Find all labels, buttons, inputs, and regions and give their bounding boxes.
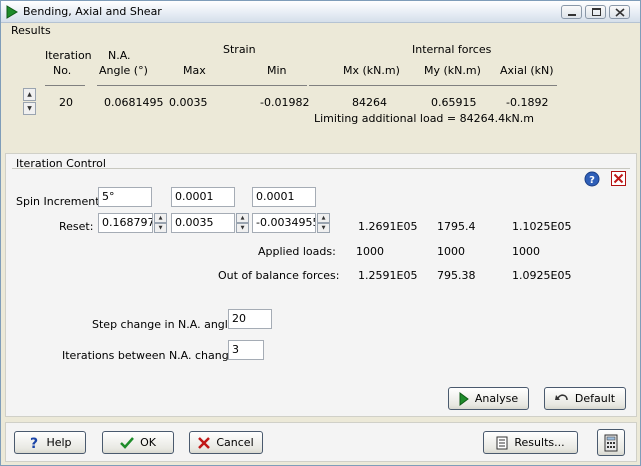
help-label: Help — [46, 436, 72, 449]
document-icon — [496, 436, 508, 449]
applied-load-my: 1000 — [437, 245, 465, 258]
reset-min-spinner[interactable]: ▲ ▼ — [317, 213, 330, 233]
header-strain: Strain — [223, 43, 256, 56]
reset-angle-spinner[interactable]: ▲ ▼ — [154, 213, 167, 233]
calculator-button[interactable] — [597, 429, 625, 456]
svg-text:?: ? — [30, 436, 38, 450]
question-icon: ? — [30, 436, 38, 450]
undo-icon — [554, 393, 568, 400]
result-strain-min: -0.01982 — [260, 96, 310, 109]
minimize-icon — [568, 14, 576, 16]
cancel-button[interactable]: Cancel — [189, 431, 263, 454]
reset-computed-my: 1795.4 — [437, 220, 476, 233]
iteration-spinner[interactable]: ▲ ▼ — [23, 88, 36, 116]
header-internal-forces: Internal forces — [412, 43, 492, 56]
help-icon[interactable]: ? — [584, 171, 600, 187]
out-of-balance-label: Out of balance forces: — [218, 269, 340, 282]
result-iteration: 20 — [59, 96, 73, 109]
reset-computed-mx: 1.2691E05 — [358, 220, 418, 233]
result-mx: 84264 — [352, 96, 387, 109]
cancel-label: Cancel — [216, 436, 254, 449]
results-label: Results... — [514, 436, 565, 449]
header-my: My (kN.m) — [424, 64, 481, 77]
close-panel-icon[interactable] — [611, 171, 626, 186]
reset-max-down[interactable]: ▼ — [236, 223, 249, 233]
header-axial: Axial (kN) — [500, 64, 554, 77]
reset-max-field[interactable]: 0.0035 — [171, 213, 235, 233]
reset-min-down[interactable]: ▼ — [317, 223, 330, 233]
reset-min-field[interactable]: -0.00349554 — [252, 213, 316, 233]
header-na-2: Angle (°) — [99, 64, 148, 77]
step-change-label: Step change in N.A. angle: — [92, 318, 239, 331]
analyse-button[interactable]: Analyse — [448, 387, 529, 410]
maximize-button[interactable] — [585, 5, 606, 19]
applied-loads-label: Applied loads: — [258, 245, 336, 258]
calculator-icon — [604, 434, 618, 451]
header-underline-1 — [45, 85, 85, 86]
header-iteration-1: Iteration — [45, 49, 92, 62]
header-na-1: N.A. — [108, 49, 131, 62]
iteration-up-button[interactable]: ▲ — [23, 88, 36, 101]
cancel-x-icon — [198, 436, 211, 449]
result-angle: 0.0681495 — [104, 96, 164, 109]
reset-max-up[interactable]: ▲ — [236, 213, 249, 223]
out-of-balance-my: 795.38 — [437, 269, 476, 282]
app-play-icon — [6, 5, 18, 19]
iterations-between-label: Iterations between N.A. change: — [62, 349, 240, 362]
group-divider — [12, 168, 630, 169]
analyse-label: Analyse — [474, 392, 519, 405]
header-underline-2 — [97, 85, 307, 86]
results-table: Iteration No. N.A. Angle (°) Strain Max … — [5, 38, 637, 146]
help-button[interactable]: ? Help — [14, 431, 86, 454]
reset-label: Reset: — [59, 220, 94, 233]
spin-increment-max-field[interactable]: 0.0001 — [171, 187, 235, 207]
maximize-icon — [592, 8, 601, 16]
results-button[interactable]: Results... — [483, 431, 578, 454]
iteration-control-panel: Iteration Control ? Spin Increment: 5° 0… — [5, 153, 637, 417]
default-button[interactable]: Default — [544, 387, 626, 410]
dialog-window: Bending, Axial and Shear Results Iterati… — [0, 0, 641, 466]
results-group-label: Results — [11, 24, 51, 37]
footer-bar: ? Help OK Cancel Results... — [5, 422, 637, 462]
checkmark-icon — [120, 436, 134, 449]
title-bar: Bending, Axial and Shear — [1, 1, 640, 23]
result-axial: -0.1892 — [506, 96, 549, 109]
header-strain-min: Min — [267, 64, 287, 77]
spin-increment-angle-field[interactable]: 5° — [98, 187, 152, 207]
play-icon — [459, 391, 469, 406]
out-of-balance-axial: 1.0925E05 — [512, 269, 572, 282]
result-strain-max: 0.0035 — [169, 96, 208, 109]
header-strain-max: Max — [183, 64, 206, 77]
iteration-down-button[interactable]: ▼ — [23, 102, 36, 115]
reset-angle-up[interactable]: ▲ — [154, 213, 167, 223]
header-underline-3 — [309, 85, 557, 86]
applied-load-mx: 1000 — [356, 245, 384, 258]
ok-label: OK — [140, 436, 156, 449]
step-change-field[interactable]: 20 — [228, 309, 272, 329]
default-label: Default — [574, 392, 616, 405]
out-of-balance-mx: 1.2591E05 — [358, 269, 418, 282]
header-iteration-2: No. — [53, 64, 72, 77]
spin-increment-min-field[interactable]: 0.0001 — [252, 187, 316, 207]
iterations-between-field[interactable]: 3 — [228, 340, 264, 360]
reset-min-up[interactable]: ▲ — [317, 213, 330, 223]
window-title: Bending, Axial and Shear — [23, 5, 162, 18]
reset-angle-field[interactable]: 0.1687977 — [98, 213, 153, 233]
result-my: 0.65915 — [431, 96, 477, 109]
header-mx: Mx (kN.m) — [343, 64, 400, 77]
reset-angle-down[interactable]: ▼ — [154, 223, 167, 233]
reset-max-spinner[interactable]: ▲ ▼ — [236, 213, 249, 233]
minimize-button[interactable] — [561, 5, 582, 19]
spin-increment-label: Spin Increment: — [16, 195, 104, 208]
applied-load-axial: 1000 — [512, 245, 540, 258]
close-icon — [615, 8, 625, 17]
svg-text:?: ? — [589, 175, 595, 186]
reset-computed-axial: 1.1025E05 — [512, 220, 572, 233]
ok-button[interactable]: OK — [102, 431, 174, 454]
close-button[interactable] — [609, 5, 630, 19]
limiting-load-note: Limiting additional load = 84264.4kN.m — [314, 112, 534, 125]
